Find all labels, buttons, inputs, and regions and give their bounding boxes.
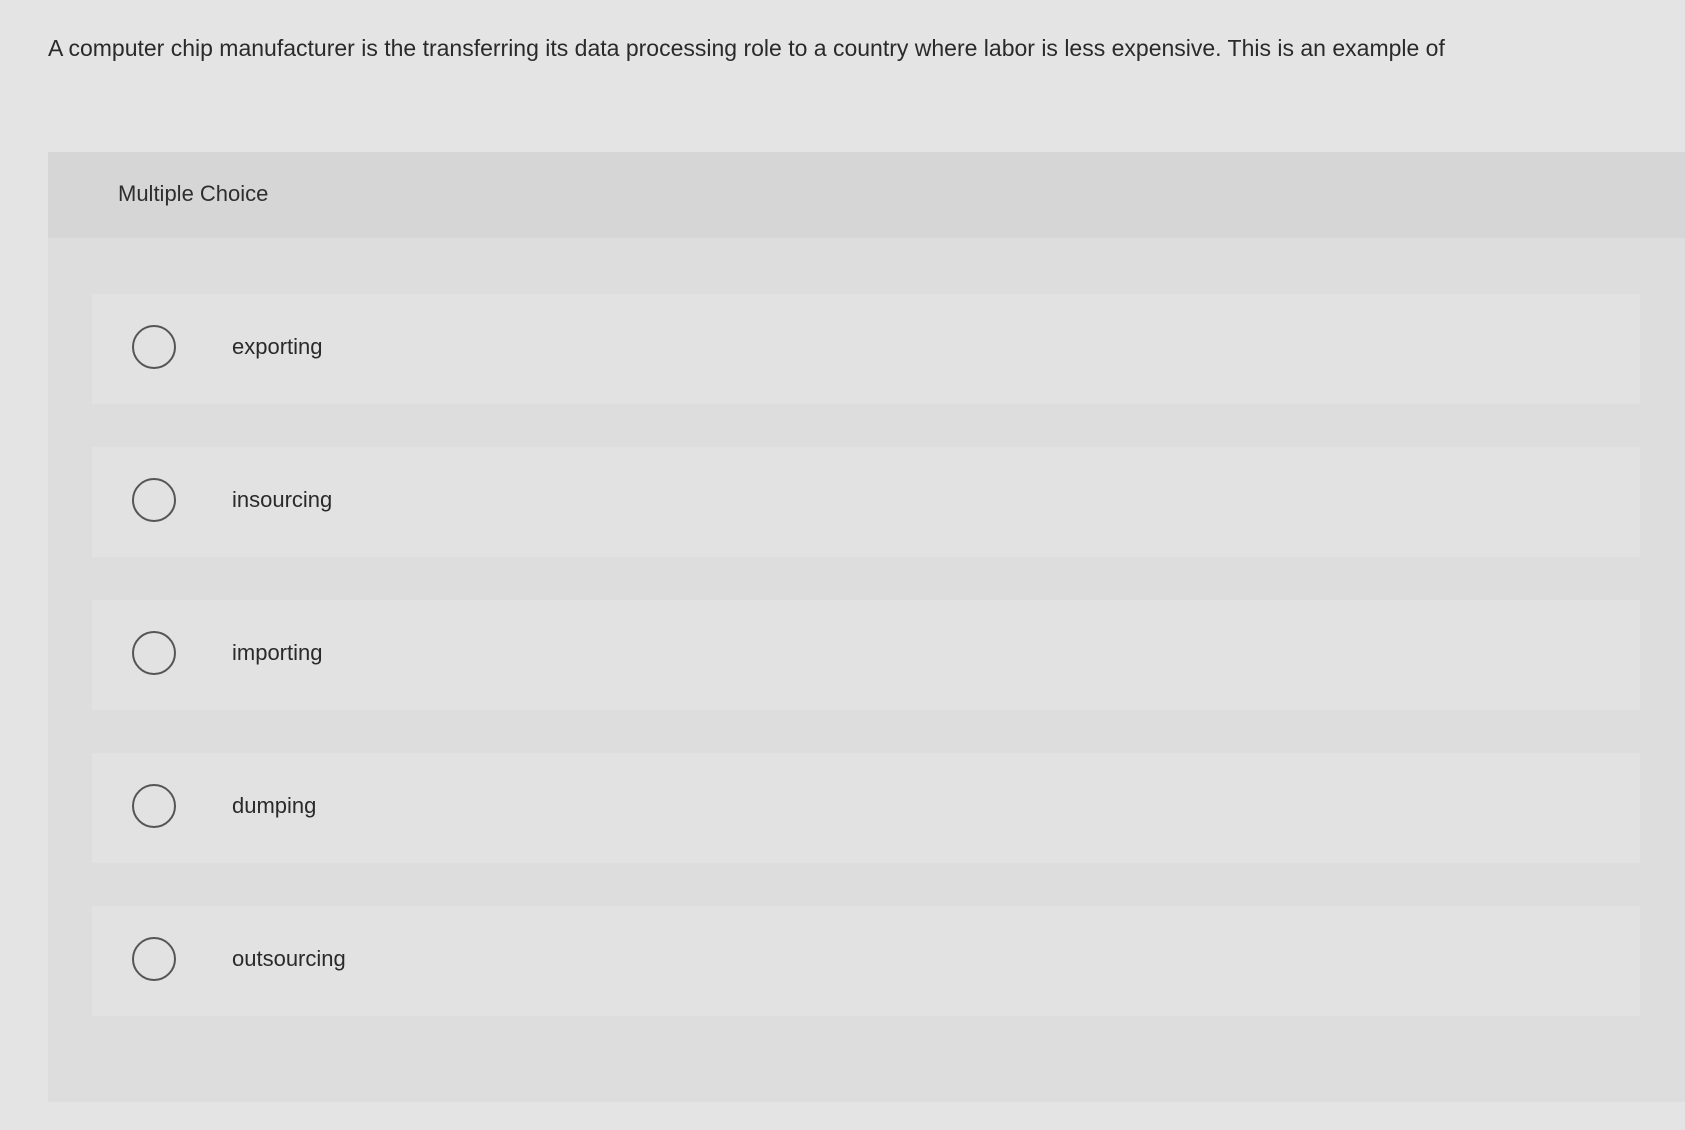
- option-label: dumping: [232, 793, 317, 818]
- option-label: exporting: [232, 334, 323, 359]
- radio-button[interactable]: [132, 784, 176, 828]
- option-label: outsourcing: [232, 946, 346, 971]
- multiple-choice-label: Multiple Choice: [118, 181, 269, 206]
- option-importing[interactable]: importing: [92, 600, 1640, 710]
- option-label: importing: [232, 640, 323, 665]
- question-text: A computer chip manufacturer is the tran…: [48, 35, 1445, 61]
- radio-button[interactable]: [132, 325, 176, 369]
- option-dumping[interactable]: dumping: [92, 753, 1640, 863]
- radio-button[interactable]: [132, 478, 176, 522]
- option-insourcing[interactable]: insourcing: [92, 447, 1640, 557]
- option-outsourcing[interactable]: outsourcing: [92, 906, 1640, 1016]
- radio-button[interactable]: [132, 631, 176, 675]
- option-label: insourcing: [232, 487, 333, 512]
- multiple-choice-panel: Multiple Choice exporting insourcing imp…: [48, 152, 1685, 1102]
- options-list: exporting insourcing importing dumping o…: [92, 294, 1640, 1059]
- radio-button[interactable]: [132, 937, 176, 981]
- option-exporting[interactable]: exporting: [92, 294, 1640, 404]
- multiple-choice-header: Multiple Choice: [48, 152, 1685, 238]
